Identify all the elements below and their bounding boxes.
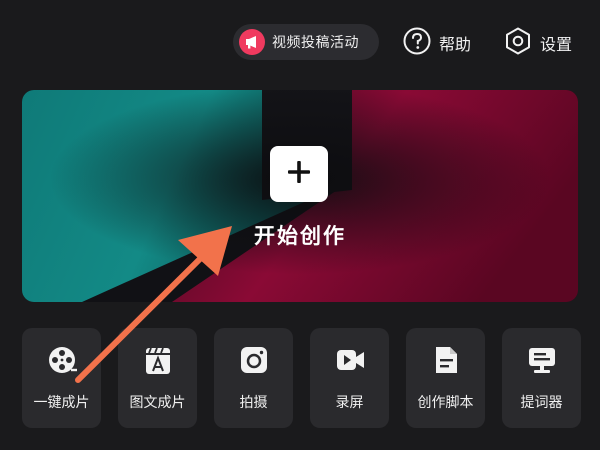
tool-creation-script[interactable]: 创作脚本 xyxy=(406,328,485,428)
tool-text-to-video[interactable]: 图文成片 xyxy=(118,328,197,428)
help-label: 帮助 xyxy=(439,35,472,54)
settings-label: 设置 xyxy=(540,35,573,54)
settings-button[interactable]: 设置 xyxy=(503,26,572,60)
tool-label: 提词器 xyxy=(520,395,563,411)
script-document-icon xyxy=(428,342,464,378)
tool-label: 创作脚本 xyxy=(417,395,474,411)
tool-label: 图文成片 xyxy=(129,395,186,411)
help-question-icon xyxy=(402,26,432,60)
tool-shoot[interactable]: 拍摄 xyxy=(214,328,293,428)
tool-teleprompter[interactable]: 提词器 xyxy=(502,328,581,428)
start-creating-label: 开始创作 xyxy=(254,224,346,248)
tools-row: 一键成片 图文成片 拍摄 录屏 创作脚本 提词器 xyxy=(22,328,586,428)
screen-record-icon xyxy=(332,342,368,378)
teleprompter-icon xyxy=(524,342,560,378)
promo-label: 视频投稿活动 xyxy=(272,35,359,51)
plus-icon xyxy=(286,159,312,189)
help-button[interactable]: 帮助 xyxy=(402,26,471,60)
top-bar: 视频投稿活动 帮助 设置 xyxy=(0,24,600,62)
tool-one-click-video[interactable]: 一键成片 xyxy=(22,328,101,428)
tool-label: 拍摄 xyxy=(239,395,268,411)
tool-screen-record[interactable]: 录屏 xyxy=(310,328,389,428)
megaphone-icon xyxy=(239,29,265,55)
video-submission-event-button[interactable]: 视频投稿活动 xyxy=(233,24,379,60)
start-creating-card[interactable]: 开始创作 xyxy=(22,90,578,302)
add-project-button[interactable] xyxy=(270,146,328,202)
tool-label: 一键成片 xyxy=(33,395,90,411)
gear-icon xyxy=(503,26,533,60)
film-reel-icon xyxy=(44,342,80,378)
tool-label: 录屏 xyxy=(335,395,364,411)
camera-icon xyxy=(236,342,272,378)
clapperboard-text-icon xyxy=(140,342,176,378)
